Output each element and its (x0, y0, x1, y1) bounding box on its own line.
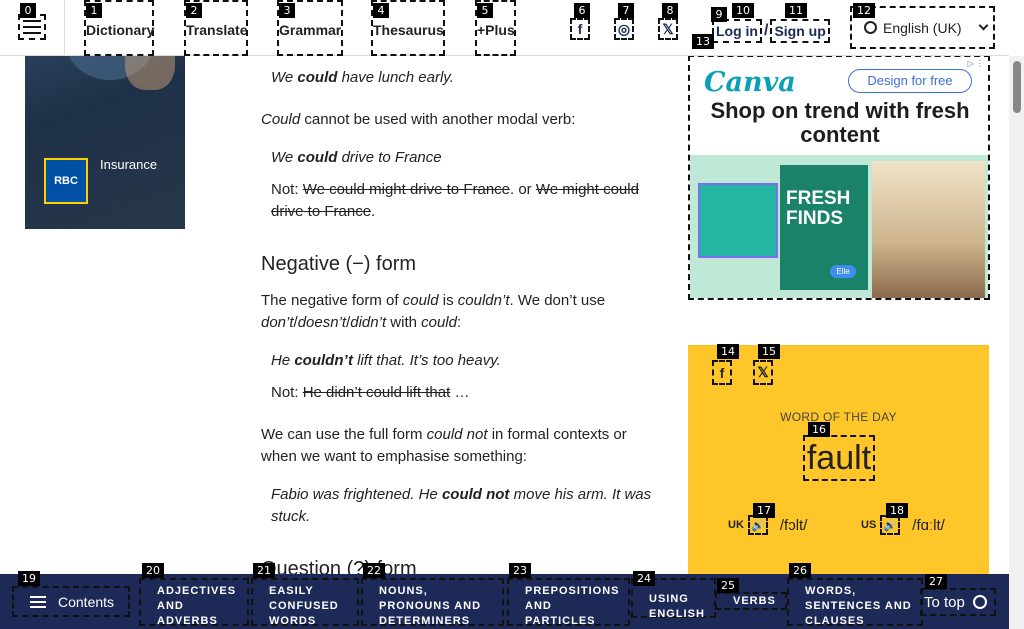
annotation-tag: 12 (853, 3, 875, 18)
example-sentence: Fabio was frightened. He could not move … (271, 486, 652, 525)
vertical-scrollbar[interactable] (1009, 56, 1024, 629)
category-words-sentences-clauses[interactable]: WORDS, SENTENCES AND CLAUSES (787, 578, 923, 627)
wotd-label: WORD OF THE DAY (780, 410, 897, 424)
us-label: US (861, 519, 877, 531)
annotation-tag: 3 (279, 3, 295, 18)
example-sentence: We could have lunch early. (271, 69, 454, 86)
us-pronunciation: US 🔊 /fɑːlt/ (861, 515, 945, 535)
annotation-tag: 9 (711, 7, 727, 22)
header-divider (64, 0, 65, 56)
language-label: English (UK) (883, 19, 962, 36)
annotation-tag: 21 (253, 563, 275, 578)
example-sentence: We could drive to France (271, 149, 442, 166)
to-top-label: To top (924, 593, 965, 611)
word-of-the-day-panel: f 𝕏 WORD OF THE DAY fault UK 🔊 /fɔlt/ US… (688, 345, 989, 585)
chevron-down-icon (978, 20, 989, 31)
annotation-tag: 5 (477, 3, 493, 18)
annotation-tag: 13 (692, 34, 714, 49)
paragraph: The negative form of could is couldn’t. … (261, 292, 606, 331)
paragraph: We can use the full form could not in fo… (261, 426, 627, 465)
annotation-tag: 10 (732, 3, 754, 18)
uk-label: UK (728, 519, 744, 531)
annotation-tag: 11 (785, 3, 807, 18)
annotation-tag: 16 (808, 422, 830, 437)
annotation-tag: 8 (662, 3, 678, 18)
arrow-up-icon (972, 595, 987, 609)
grammar-category-bar: Contents ADJECTIVES AND ADVERBS EASILY CONF… (0, 574, 1009, 629)
list-icon (30, 595, 46, 608)
annotation-tag: 6 (574, 3, 590, 18)
category-nouns-pronouns-determiners[interactable]: NOUNS, PRONOUNS AND DETERMINERS (361, 578, 504, 627)
annotation-tag: 23 (509, 563, 531, 578)
facebook-icon[interactable]: f (712, 360, 732, 385)
art-block (698, 183, 778, 258)
category-prepositions-particles[interactable]: PREPOSITIONS AND PARTICLES (507, 578, 630, 627)
uk-ipa: /fɔlt/ (779, 516, 808, 534)
ad-headline: Shop on trend with fresh content (710, 98, 970, 147)
ad-text: Insurance (100, 157, 158, 172)
category-verbs[interactable]: VERBS (715, 592, 787, 610)
contents-button[interactable]: Contents (12, 586, 130, 617)
annotation-tag: 0 (20, 3, 36, 18)
wotd-word-link[interactable]: fault (803, 435, 875, 481)
to-top-button[interactable]: To top (920, 588, 996, 616)
annotation-tag: 4 (373, 3, 389, 18)
incorrect-example: Not: He didn’t could lift that … (271, 384, 470, 401)
contents-label: Contents (58, 593, 115, 610)
annotation-tag: 24 (633, 571, 655, 586)
annotation-tag: 22 (363, 563, 385, 578)
speaker-icon[interactable]: 🔊 (880, 515, 901, 535)
art-text: FRESH FINDS (786, 188, 851, 229)
auth-separator: / (764, 22, 769, 39)
annotation-tag: 1 (86, 3, 102, 18)
us-ipa: /fɑːlt/ (912, 516, 945, 534)
rbc-logo: RBC (44, 158, 88, 204)
x-icon[interactable]: 𝕏 (753, 360, 773, 385)
x-icon[interactable]: 𝕏 (658, 18, 678, 40)
signup-link[interactable]: Sign up (770, 19, 830, 43)
incorrect-example: Not: We could might drive to France. or … (271, 181, 639, 220)
section-heading-negative: Negative (−) form (261, 253, 417, 275)
category-adjectives-adverbs[interactable]: ADJECTIVES AND ADVERBS (139, 578, 249, 627)
annotation-tag: 7 (618, 3, 634, 18)
example-sentence: He couldn’t lift that. It’s too heavy. (271, 352, 501, 369)
annotation-tag: 18 (886, 503, 908, 518)
annotation-tag: 2 (186, 3, 202, 18)
speaker-icon[interactable]: 🔊 (747, 515, 768, 535)
ad-artwork: FRESH FINDS Elle (690, 155, 988, 298)
art-pill: Elle (830, 265, 856, 278)
annotation-tag: 19 (18, 571, 40, 586)
facebook-icon[interactable]: f (570, 18, 590, 40)
uk-pronunciation: UK 🔊 /fɔlt/ (728, 515, 807, 535)
design-for-free-button[interactable]: Design for free (848, 69, 972, 93)
auth-links: Log in / Sign up (712, 18, 830, 44)
annotation-tag: 15 (758, 344, 780, 359)
canva-ad[interactable]: Canva ▷ ⋮ Design for free Shop on trend … (688, 55, 990, 300)
annotation-tag: 17 (753, 503, 775, 518)
annotation-tag: 20 (142, 563, 164, 578)
paragraph: Could cannot be used with another modal … (261, 111, 576, 128)
category-easily-confused-words[interactable]: EASILY CONFUSED WORDS (251, 578, 359, 627)
annotation-tag: 26 (789, 563, 811, 578)
art-photo (872, 161, 985, 298)
scrollbar-thumb[interactable] (1013, 61, 1021, 113)
globe-icon (864, 21, 877, 34)
annotation-tag: 14 (717, 344, 739, 359)
annotation-tag: 25 (717, 578, 739, 593)
canva-logo: Canva (704, 67, 796, 98)
annotation-tag: 27 (925, 574, 947, 589)
login-link[interactable]: Log in (712, 19, 762, 43)
instagram-icon[interactable]: ◎ (614, 18, 634, 40)
